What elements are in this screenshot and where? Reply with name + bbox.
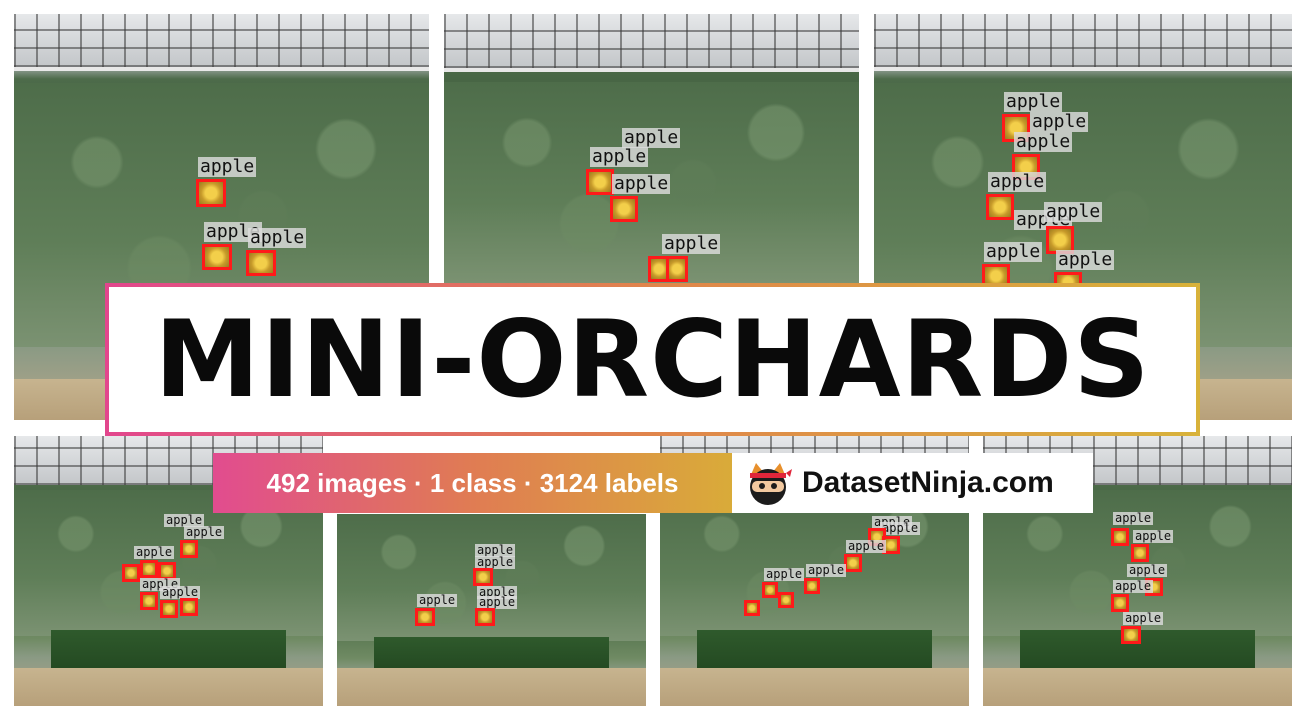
apple-bbox [1121, 626, 1141, 644]
annotation-label: apple [1133, 529, 1174, 544]
apple-bbox [196, 179, 226, 207]
apple-bbox [122, 564, 140, 582]
annotation-label: apple [184, 525, 225, 540]
annotation-label: apple [662, 233, 721, 254]
sample-image-5: apple apple apple apple apple [337, 514, 646, 706]
apple-bbox [804, 578, 820, 594]
annotation-label: apple [622, 127, 681, 148]
annotation-label: apple [198, 156, 257, 177]
annotation-label: apple [590, 146, 649, 167]
dataset-stats: 492 images · 1 class · 3124 labels [213, 453, 732, 513]
apple-bbox [1111, 528, 1129, 546]
annotation-label: apple [880, 521, 921, 536]
annotation-label: apple [1123, 611, 1164, 626]
page-title: MINI-ORCHARDS [154, 298, 1151, 421]
apple-bbox [986, 194, 1014, 220]
apple-bbox [586, 169, 614, 195]
floor [983, 668, 1292, 706]
apple-bbox [1131, 544, 1149, 562]
apple-bbox [475, 608, 495, 626]
floor [660, 668, 969, 706]
hedge [697, 630, 932, 669]
trellis-grid [874, 14, 1292, 67]
apple-bbox [180, 598, 198, 616]
apple-bbox [666, 256, 688, 282]
brand-badge[interactable]: DatasetNinja.com [732, 453, 1093, 513]
annotation-label: apple [1044, 201, 1103, 222]
annotation-label: apple [984, 241, 1043, 262]
floor [14, 668, 323, 706]
support-beam [874, 66, 1292, 71]
annotation-label: apple [806, 563, 847, 578]
apple-bbox [744, 600, 760, 616]
annotation-label: apple [612, 173, 671, 194]
apple-bbox [844, 554, 862, 572]
apple-bbox [473, 568, 493, 586]
apple-bbox [415, 608, 435, 626]
apple-bbox [762, 582, 778, 598]
annotation-label: apple [1113, 511, 1154, 526]
hedge [374, 636, 609, 668]
annotation-label: apple [248, 227, 307, 248]
apple-bbox [180, 540, 198, 558]
annotation-label: apple [134, 545, 175, 560]
apple-bbox [160, 600, 178, 618]
brand-name: DatasetNinja.com [802, 466, 1054, 499]
apple-bbox [778, 592, 794, 608]
annotation-label: apple [988, 171, 1047, 192]
apple-bbox [140, 560, 158, 578]
apple-bbox [1111, 594, 1129, 612]
annotation-label: apple [1056, 249, 1115, 270]
ninja-cat-icon [750, 463, 792, 505]
annotation-label: apple [1127, 563, 1168, 578]
annotation-label: apple [1014, 131, 1073, 152]
annotation-label: apple [417, 593, 458, 608]
annotation-label: apple [1030, 111, 1089, 132]
trellis-grid [14, 14, 429, 67]
support-beam [444, 68, 859, 72]
annotation-label: apple [1004, 91, 1063, 112]
title-banner: MINI-ORCHARDS [105, 283, 1200, 436]
sample-image-2: apple apple apple apple [444, 14, 859, 284]
trellis-grid [444, 14, 859, 68]
floor [337, 667, 646, 706]
support-beam [14, 66, 429, 71]
annotation-label: apple [846, 539, 887, 554]
hedge [51, 630, 286, 669]
apple-bbox [202, 244, 232, 270]
apple-bbox [610, 196, 638, 222]
apple-bbox [246, 250, 276, 276]
annotation-label: apple [764, 567, 805, 582]
apple-bbox [140, 592, 158, 610]
annotation-label: apple [1113, 579, 1154, 594]
